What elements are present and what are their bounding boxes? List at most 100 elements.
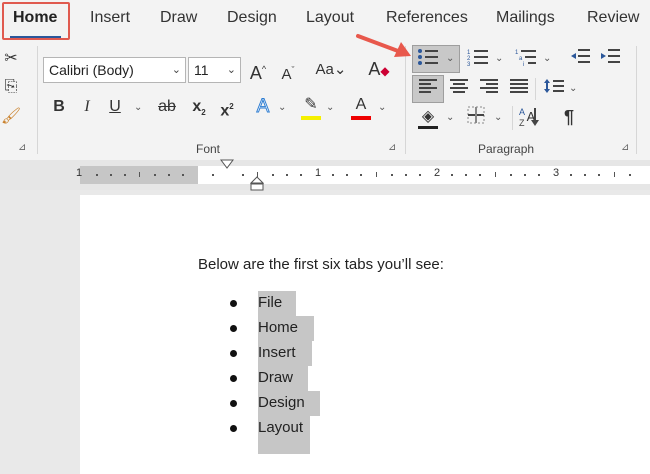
chevron-down-icon[interactable]: ⌄ — [494, 112, 502, 123]
ruler-dot — [182, 174, 184, 176]
list-item-text: Home — [258, 319, 299, 336]
align-center-icon[interactable] — [447, 78, 471, 101]
clear-formatting-icon[interactable]: A◆ — [366, 58, 392, 82]
ruler-dot — [332, 174, 334, 176]
ruler-dot — [346, 174, 348, 176]
multilevel-list-icon[interactable]: 1ai — [514, 48, 538, 73]
decrease-indent-icon[interactable] — [568, 48, 592, 71]
paragraph-launcher-icon[interactable]: ⊿ — [621, 142, 629, 153]
underline-icon[interactable]: U — [106, 96, 124, 118]
chevron-down-icon[interactable]: ⌄ — [378, 102, 386, 113]
chevron-down-icon[interactable]: ⌄ — [446, 53, 454, 64]
font-name-select[interactable]: Calibri (Body) ⌄ — [43, 57, 186, 83]
chevron-down-icon[interactable]: ⌄ — [134, 102, 142, 113]
strikethrough-icon[interactable]: ab — [155, 96, 179, 118]
ruler-tick — [495, 172, 496, 177]
ruler-dot — [510, 174, 512, 176]
svg-text:A: A — [519, 107, 525, 117]
ruler-tick — [376, 172, 377, 177]
shrink-font-icon[interactable]: Aˇ — [276, 59, 300, 86]
ruler-dot — [154, 174, 156, 176]
justify-icon[interactable] — [507, 78, 531, 101]
tab-draw[interactable]: Draw — [160, 9, 197, 27]
ruler-number: 1 — [315, 167, 322, 179]
ruler-dot — [465, 174, 467, 176]
chevron-down-icon[interactable]: ⌄ — [278, 102, 286, 113]
bullet-marker — [230, 300, 237, 307]
ruler-dot — [272, 174, 274, 176]
borders-icon[interactable] — [464, 106, 488, 131]
group-separator — [405, 46, 406, 154]
ruler-dot — [451, 174, 453, 176]
italic-icon[interactable]: I — [78, 96, 96, 118]
group-separator — [512, 106, 513, 130]
ruler-dot — [524, 174, 526, 176]
shading-icon[interactable]: ◈ — [416, 106, 440, 128]
bullet-marker — [230, 425, 237, 432]
ruler-dot — [479, 174, 481, 176]
font-size-select[interactable]: 11 ⌄ — [188, 57, 241, 83]
tab-design[interactable]: Design — [227, 9, 277, 27]
increase-indent-icon[interactable] — [598, 48, 622, 71]
chevron-down-icon[interactable]: ⌄ — [326, 102, 334, 113]
tab-references[interactable]: References — [386, 9, 468, 27]
font-name-value: Calibri (Body) — [49, 62, 134, 78]
hanging-indent-marker[interactable] — [250, 176, 264, 192]
tab-mailings[interactable]: Mailings — [496, 9, 555, 27]
ruler-dot — [124, 174, 126, 176]
line-spacing-icon[interactable] — [542, 78, 566, 101]
bullets-icon — [416, 48, 440, 73]
font-launcher-icon[interactable]: ⊿ — [388, 142, 396, 153]
ruler-dot — [212, 174, 214, 176]
ruler-dot — [242, 174, 244, 176]
ruler-dot — [96, 174, 98, 176]
highlight-color-swatch — [301, 116, 321, 120]
chevron-down-icon[interactable]: ⌄ — [446, 112, 454, 123]
text-effects-icon[interactable]: A — [252, 96, 274, 118]
numbering-icon[interactable]: 123 — [466, 48, 490, 73]
list-item-text: Insert — [258, 344, 296, 361]
list-item-text: File — [258, 294, 283, 311]
ruler-number: 2 — [434, 167, 441, 179]
document-page[interactable] — [80, 195, 650, 474]
tab-review[interactable]: Review — [587, 9, 639, 27]
list-item-text: Layout — [258, 419, 304, 436]
ruler-dot — [360, 174, 362, 176]
group-separator — [636, 46, 637, 154]
paragraph-group-label: Paragraph — [478, 142, 535, 156]
highlight-color-icon[interactable]: ✎ — [300, 94, 322, 116]
font-color-icon[interactable]: A — [350, 94, 372, 116]
clipboard-launcher-icon[interactable]: ⊿ — [18, 142, 26, 153]
svg-text:3: 3 — [467, 62, 471, 66]
font-group-label: Font — [196, 142, 221, 156]
first-line-indent-marker[interactable] — [220, 159, 234, 171]
home-tab-highlight-box — [2, 2, 70, 40]
subscript-icon[interactable]: x2 — [188, 96, 210, 124]
change-case-icon[interactable]: Aa⌄ — [312, 59, 350, 81]
svg-text:i: i — [523, 62, 524, 66]
ruler-dot — [419, 174, 421, 176]
align-right-icon[interactable] — [477, 78, 501, 101]
chevron-down-icon[interactable]: ⌄ — [543, 53, 551, 64]
tab-layout[interactable]: Layout — [306, 9, 354, 27]
ruler-number: 1 — [76, 167, 83, 179]
ruler-dot — [300, 174, 302, 176]
chevron-down-icon[interactable]: ⌄ — [569, 83, 577, 94]
scissors-icon[interactable]: ✂ — [0, 48, 22, 70]
show-formatting-icon[interactable]: ¶ — [558, 106, 580, 128]
copy-icon[interactable]: ⎘ — [0, 76, 22, 98]
format-painter-icon[interactable]: 🖌 — [0, 106, 22, 128]
chevron-down-icon: ⌄ — [171, 64, 181, 76]
group-separator — [535, 78, 536, 100]
bullet-marker — [230, 350, 237, 357]
tab-insert[interactable]: Insert — [90, 9, 130, 27]
grow-font-icon[interactable]: A^ — [246, 58, 270, 84]
ruler-tick — [139, 172, 140, 177]
superscript-icon[interactable]: x2 — [216, 96, 238, 122]
bullet-marker — [230, 375, 237, 382]
ribbon-tabs: Home Insert Draw Design Layout Reference… — [0, 0, 650, 40]
ruler-dot — [286, 174, 288, 176]
bold-icon[interactable]: B — [50, 96, 68, 118]
list-item-text: Draw — [258, 369, 294, 386]
chevron-down-icon[interactable]: ⌄ — [495, 53, 503, 64]
